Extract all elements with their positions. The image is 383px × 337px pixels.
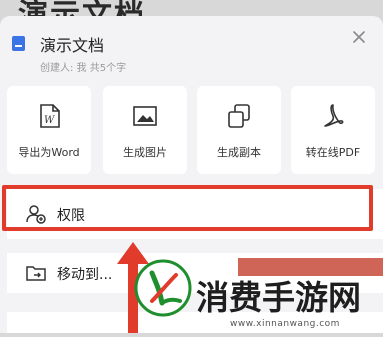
export-word-button[interactable]: W 导出为Word xyxy=(7,86,91,174)
watermark-text: 消费手游网 xyxy=(196,278,361,317)
convert-pdf-label: 转在线PDF xyxy=(305,146,361,159)
watermark-url: www.xinnanwang.com xyxy=(230,319,340,329)
generate-copy-label: 生成副本 xyxy=(217,146,261,159)
generate-copy-button[interactable]: 生成副本 xyxy=(197,86,281,174)
svg-text:W: W xyxy=(44,115,55,126)
generate-image-button[interactable]: 生成图片 xyxy=(103,86,187,174)
word-icon: W xyxy=(35,102,63,130)
move-folder-icon xyxy=(25,262,47,284)
highlight-annotation-box xyxy=(2,185,373,231)
sheet-title: 演示文档 xyxy=(40,36,105,55)
image-icon xyxy=(131,102,159,130)
watermark-logo xyxy=(134,259,192,317)
sheet-header: 演示文档 创建人: 我 共5个字 xyxy=(0,16,383,86)
document-icon xyxy=(12,36,25,51)
move-to-label: 移动到... xyxy=(57,267,113,283)
sheet-meta: 创建人: 我 共5个字 xyxy=(40,63,127,74)
copy-icon xyxy=(225,102,253,130)
generate-image-label: 生成图片 xyxy=(123,146,167,159)
convert-pdf-button[interactable]: 转在线PDF xyxy=(291,86,375,174)
pdf-icon xyxy=(319,102,347,130)
export-word-label: 导出为Word xyxy=(18,146,80,159)
action-cards: W 导出为Word 生成图片 生成副本 转在线PDF xyxy=(7,86,383,174)
close-icon[interactable] xyxy=(351,30,367,46)
